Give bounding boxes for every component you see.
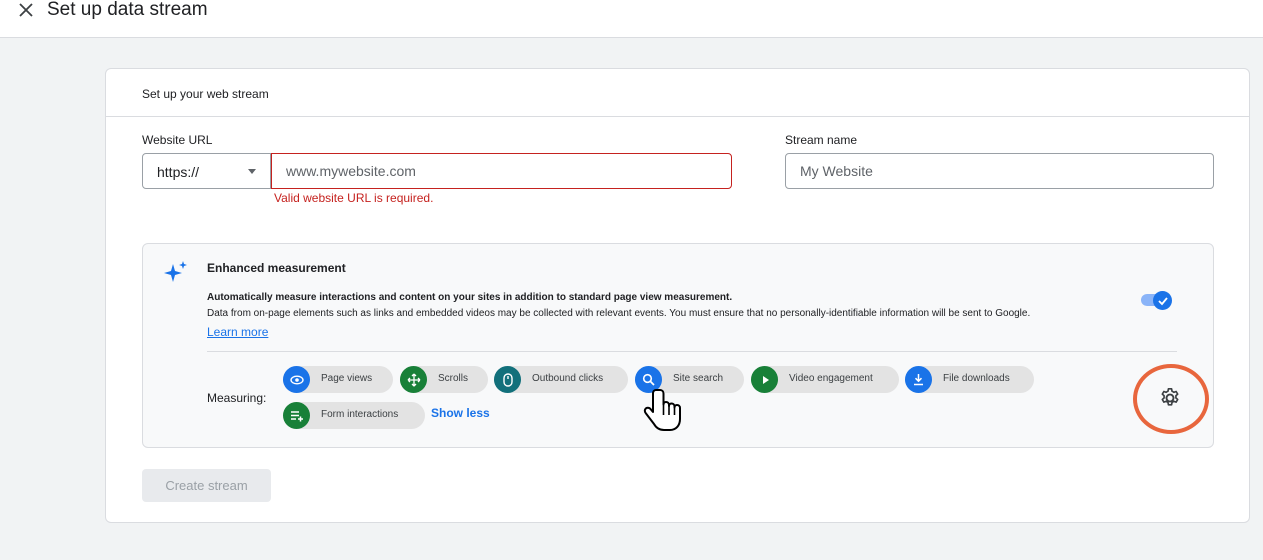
website-url-input[interactable]	[271, 153, 732, 189]
eye-icon	[283, 366, 310, 393]
protocol-value: https://	[157, 164, 200, 180]
download-icon	[905, 366, 932, 393]
chip-scrolls[interactable]: Scrolls	[400, 366, 488, 393]
web-stream-card: Set up your web stream Website URL https…	[105, 68, 1250, 523]
highlight-circle	[1133, 364, 1209, 434]
enhanced-measurement-note: Data from on-page elements such as links…	[207, 308, 1031, 319]
website-url-label: Website URL	[142, 133, 213, 147]
play-icon	[751, 366, 778, 393]
enhanced-measurement-toggle[interactable]	[1141, 291, 1173, 310]
chip-outbound-clicks[interactable]: Outbound clicks	[494, 366, 628, 393]
card-title: Set up your web stream	[142, 87, 269, 101]
check-icon	[1153, 291, 1172, 310]
protocol-select[interactable]: https://	[142, 153, 271, 189]
form-icon	[283, 402, 310, 429]
chip-label: Scrolls	[438, 373, 469, 384]
show-less-link[interactable]: Show less	[431, 406, 490, 420]
top-bar: Set up data stream	[0, 0, 1263, 38]
sparkle-icon	[164, 261, 187, 282]
chip-form-interactions[interactable]: Form interactions	[283, 402, 425, 429]
measuring-label: Measuring:	[207, 391, 267, 405]
create-stream-button[interactable]: Create stream	[142, 469, 271, 502]
enhanced-measurement-description: Automatically measure interactions and c…	[207, 292, 733, 303]
chip-label: Video engagement	[789, 373, 873, 384]
chevron-down-icon	[248, 169, 256, 174]
learn-more-link[interactable]: Learn more	[207, 325, 268, 339]
chip-file-downloads[interactable]: File downloads	[905, 366, 1034, 393]
card-header: Set up your web stream	[106, 69, 1249, 117]
chip-label: Outbound clicks	[532, 373, 604, 384]
hand-cursor-icon	[643, 389, 681, 431]
chip-label: Form interactions	[321, 409, 399, 420]
chip-video-engagement[interactable]: Video engagement	[751, 366, 899, 393]
move-icon	[400, 366, 427, 393]
divider	[207, 351, 1177, 352]
close-icon[interactable]	[14, 0, 38, 22]
mouse-icon	[494, 366, 521, 393]
chip-label: File downloads	[943, 373, 1010, 384]
url-error-message: Valid website URL is required.	[274, 191, 434, 205]
enhanced-measurement-title: Enhanced measurement	[207, 261, 346, 275]
chip-page-views[interactable]: Page views	[283, 366, 393, 393]
chip-label: Site search	[673, 373, 724, 384]
chip-label: Page views	[321, 373, 373, 384]
page-title: Set up data stream	[47, 0, 208, 20]
stream-name-input[interactable]	[785, 153, 1214, 189]
stream-name-label: Stream name	[785, 133, 858, 147]
